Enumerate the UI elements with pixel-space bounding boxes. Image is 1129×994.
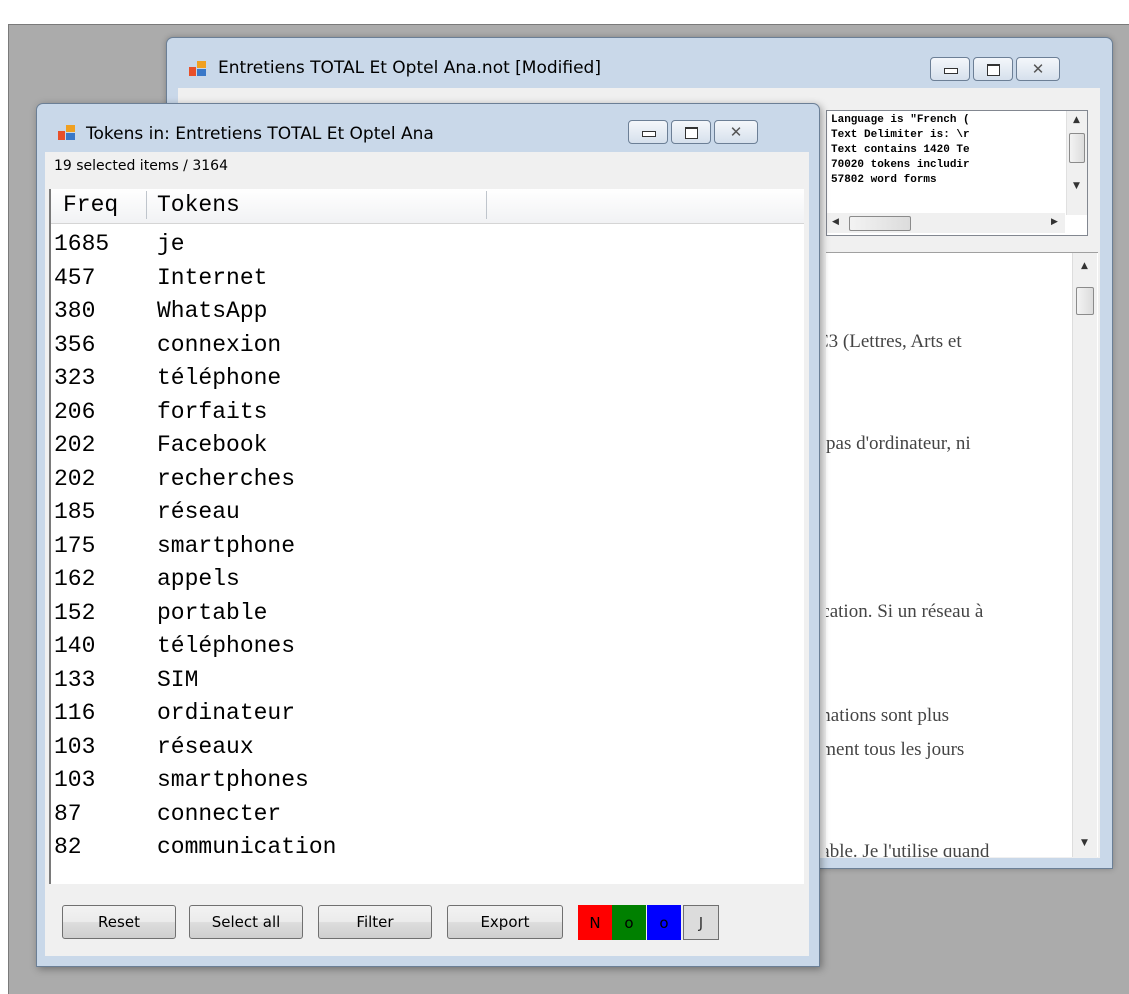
document-text-clip: C3 (Lettres, Arts et i pas d'ordinateur,… [826,253,1070,857]
row-freq[interactable]: 133 [54,667,95,693]
notebook-caption-buttons: ✕ [930,57,1060,81]
column-separator[interactable] [486,191,487,219]
row-token[interactable]: téléphones [157,633,295,659]
row-freq[interactable]: 380 [54,298,95,324]
close-icon: ✕ [729,123,743,141]
maximize-button[interactable] [671,120,711,144]
row-token[interactable]: forfaits [157,399,267,425]
row-token[interactable]: appels [157,566,240,592]
document-text-area[interactable]: C3 (Lettres, Arts et i pas d'ordinateur,… [826,252,1098,857]
row-token[interactable]: connexion [157,332,281,358]
row-token[interactable]: téléphone [157,365,281,391]
column-header-tokens[interactable]: Tokens [157,192,240,218]
info-text-clip: Language is "French ( Text Delimiter is:… [827,111,1065,211]
minimize-button[interactable] [930,57,970,81]
notebook-window-title: Entretiens TOTAL Et Optel Ana.not [Modif… [218,58,601,78]
tokens-window-title: Tokens in: Entretiens TOTAL Et Optel Ana [86,124,434,144]
info-line: Language is "French ( [831,114,970,126]
document-line: C3 (Lettres, Arts et [826,331,962,352]
row-freq[interactable]: 457 [54,265,95,291]
row-freq[interactable]: 152 [54,600,95,626]
info-horizontal-scrollbar[interactable]: ◀ ▶ [827,213,1065,233]
row-token[interactable]: réseau [157,499,240,525]
maximize-button[interactable] [973,57,1013,81]
scroll-left-icon[interactable]: ◀ [832,217,839,227]
info-line: 70020 tokens includir [831,159,970,171]
document-line: ication. Si un réseau à [826,601,984,622]
row-token[interactable]: WhatsApp [157,298,267,324]
row-token[interactable]: connecter [157,801,281,827]
scroll-thumb[interactable] [849,216,911,231]
row-token[interactable]: ordinateur [157,700,295,726]
document-line: i pas d'ordinateur, ni [826,433,971,454]
row-token[interactable]: smartphone [157,533,295,559]
scroll-down-icon[interactable]: ▼ [1073,181,1080,191]
color-toggle-4[interactable]: J [683,905,719,940]
document-line: mations sont plus [826,705,950,726]
info-vertical-scrollbar[interactable]: ▲ ▼ [1066,111,1087,215]
document-vertical-scrollbar[interactable]: ▲ ▼ [1072,253,1097,857]
tokens-list[interactable]: Freq Tokens 1685 je 457 Internet 380 WhatsApp… [49,189,804,884]
column-header-freq[interactable]: Freq [63,192,118,218]
info-line: 57802 word forms [831,174,937,184]
row-freq[interactable]: 103 [54,734,95,760]
row-freq[interactable]: 175 [54,533,95,559]
row-freq[interactable]: 323 [54,365,95,391]
select-all-button[interactable]: Select all [189,905,303,939]
export-button[interactable]: Export [447,905,563,939]
scroll-thumb[interactable] [1069,133,1085,163]
minimize-icon [944,68,958,74]
row-freq[interactable]: 202 [54,432,95,458]
maximize-icon [987,64,1000,76]
row-freq[interactable]: 356 [54,332,95,358]
row-freq[interactable]: 82 [54,834,82,860]
list-header: Freq Tokens [51,189,804,224]
app-icon [58,125,75,140]
reset-button[interactable]: Reset [62,905,176,939]
close-button[interactable]: ✕ [1016,57,1060,81]
minimize-button[interactable] [628,120,668,144]
row-freq[interactable]: 185 [54,499,95,525]
scroll-down-icon[interactable]: ▼ [1081,838,1088,848]
document-line: table. Je l'utilise quand [826,841,990,857]
maximize-icon [685,127,698,139]
selection-status: 19 selected items / 3164 [54,158,228,174]
scroll-right-icon[interactable]: ▶ [1051,217,1058,227]
row-token[interactable]: communication [157,834,336,860]
row-token[interactable]: Internet [157,265,267,291]
row-freq[interactable]: 140 [54,633,95,659]
row-token[interactable]: je [157,231,185,257]
close-button[interactable]: ✕ [714,120,758,144]
info-line: Text contains 1420 Te [831,144,970,156]
row-token[interactable]: smartphones [157,767,309,793]
close-icon: ✕ [1031,60,1045,78]
row-freq[interactable]: 202 [54,466,95,492]
row-token[interactable]: portable [157,600,267,626]
row-token[interactable]: recherches [157,466,295,492]
info-line: Text Delimiter is: \r [831,129,970,141]
scroll-up-icon[interactable]: ▲ [1073,115,1080,125]
row-token[interactable]: réseaux [157,734,254,760]
document-line: iment tous les jours [826,739,965,760]
row-freq[interactable]: 162 [54,566,95,592]
row-freq[interactable]: 103 [54,767,95,793]
row-token[interactable]: SIM [157,667,198,693]
color-toggle-3[interactable]: o [647,905,681,940]
row-freq[interactable]: 116 [54,700,95,726]
language-info-box[interactable]: Language is "French ( Text Delimiter is:… [826,110,1088,236]
color-toggle-1[interactable]: N [578,905,612,940]
row-freq[interactable]: 87 [54,801,82,827]
scroll-thumb[interactable] [1076,287,1094,315]
column-separator[interactable] [146,191,147,219]
color-toggle-2[interactable]: o [612,905,646,940]
filter-button[interactable]: Filter [318,905,432,939]
row-freq[interactable]: 206 [54,399,95,425]
row-freq[interactable]: 1685 [54,231,109,257]
tokens-caption-buttons: ✕ [628,120,758,144]
row-token[interactable]: Facebook [157,432,267,458]
scroll-up-icon[interactable]: ▲ [1081,261,1088,271]
minimize-icon [642,131,656,137]
app-icon [189,61,206,76]
